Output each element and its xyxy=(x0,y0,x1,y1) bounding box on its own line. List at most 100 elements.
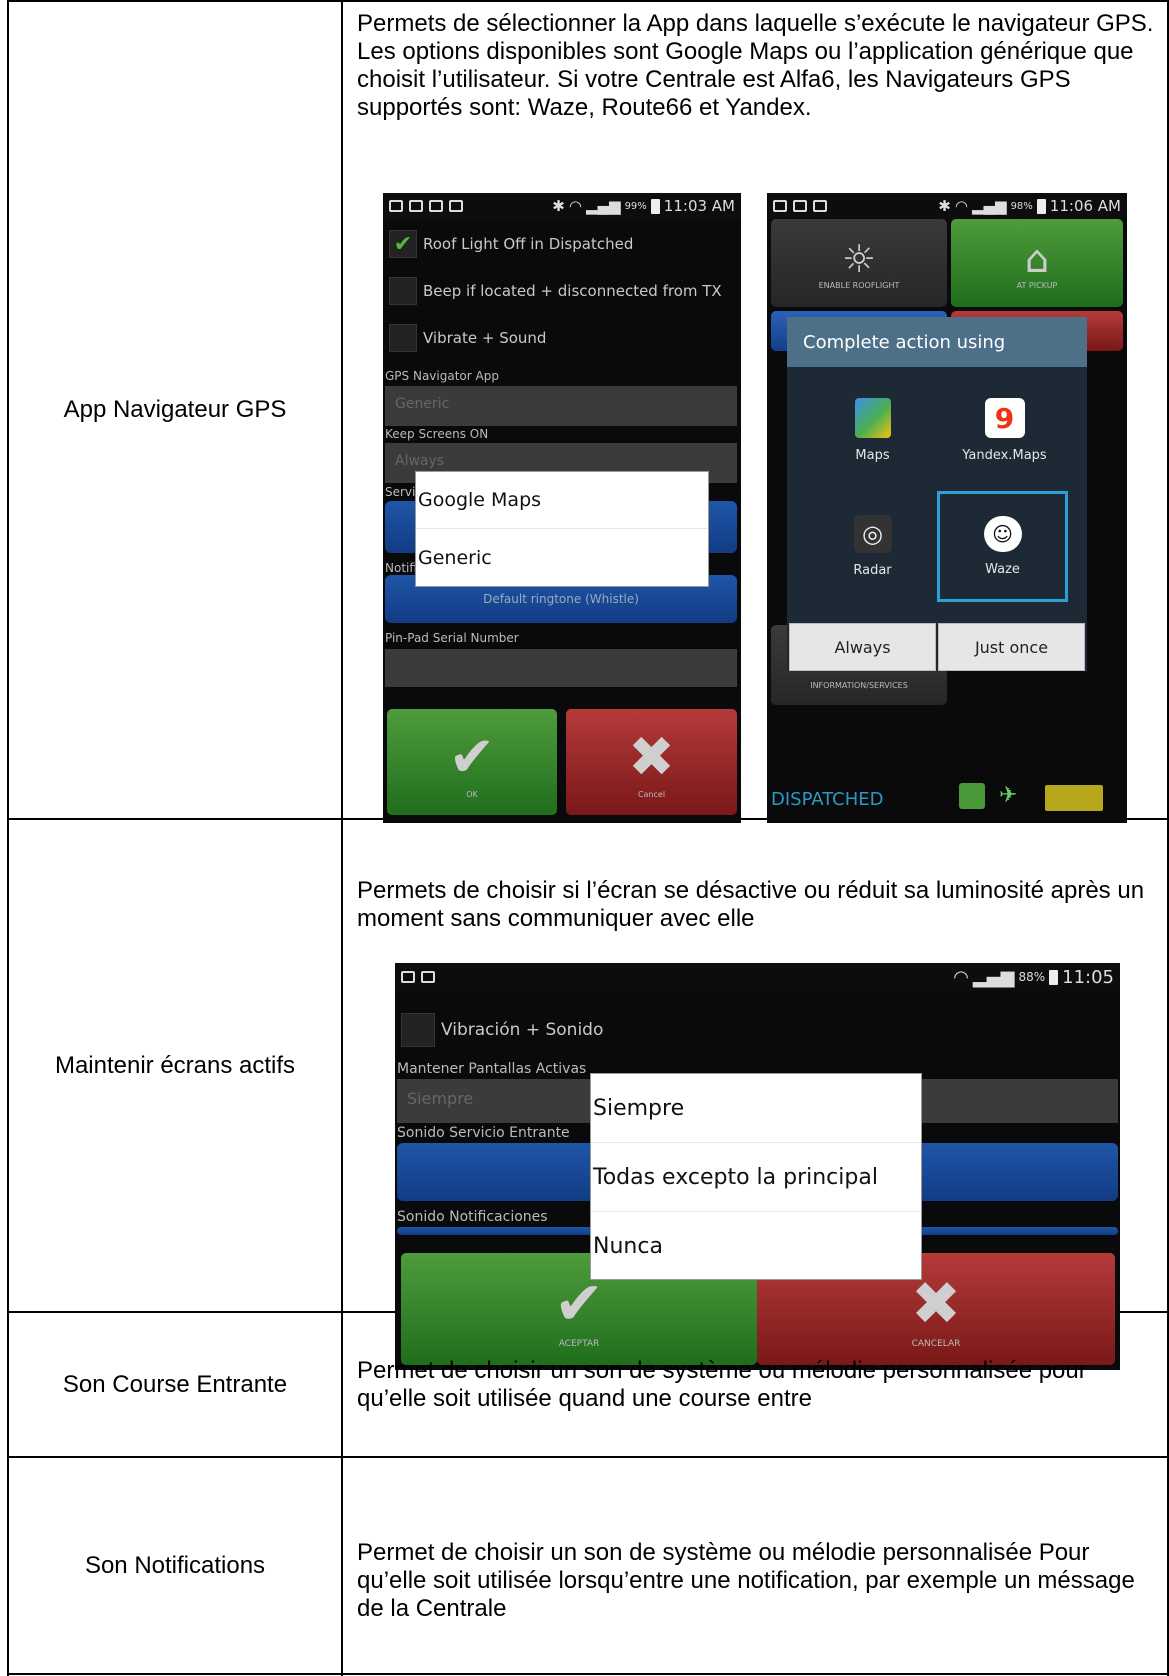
app-yandex-maps[interactable]: 9 Yandex.Maps xyxy=(939,375,1070,486)
camera-icon xyxy=(449,200,463,212)
row-label-text: App Navigateur GPS xyxy=(63,396,287,423)
status-time: 11:06 AM xyxy=(1049,197,1121,215)
status-time: 11:03 AM xyxy=(663,197,735,215)
accept-label: ACEPTAR xyxy=(558,1339,600,1349)
setting-roof-light[interactable]: ✔ Roof Light Off in Dispatched xyxy=(389,230,633,258)
always-button[interactable]: Always xyxy=(789,623,936,671)
notification-sound-label: Sonido Notificaciones xyxy=(397,1209,548,1225)
camera-icon xyxy=(813,200,827,212)
setting-label: Roof Light Off in Dispatched xyxy=(423,235,634,253)
screenshot-complete-action: ✱ ◠ ▂▄▆ 98% 11:06 AM ☼ ENABLE ROOFLIGHT … xyxy=(767,193,1127,823)
keep-screens-label: Mantener Pantallas Activas xyxy=(397,1061,587,1077)
status-bar: ✱ ◠ ▂▄▆ 99% 11:03 AM xyxy=(383,193,741,219)
battery-icon xyxy=(1049,969,1059,985)
ok-button[interactable]: ✔ OK xyxy=(387,709,557,815)
just-once-button[interactable]: Just once xyxy=(938,623,1085,671)
service-sound-label: Sonido Servicio Entrante xyxy=(397,1125,570,1141)
notification-sound-label: Notifi xyxy=(385,561,417,575)
check-icon: ✔ xyxy=(448,725,496,790)
popup-option-siempre[interactable]: Siempre xyxy=(591,1074,921,1143)
screen-icon xyxy=(773,200,787,212)
gps-navigator-field[interactable]: Generic xyxy=(385,386,737,426)
keep-screens-label: Keep Screens ON xyxy=(385,427,489,441)
pinpad-input[interactable] xyxy=(385,649,737,687)
checkbox-icon[interactable] xyxy=(389,324,417,352)
row-label-son-course: Son Course Entrante xyxy=(9,1313,341,1456)
satellite-icon: ✈ xyxy=(999,783,1018,808)
screenshot-keep-screens: ◠ ▂▄▆ 88% 11:05 Vibración + Sonido Mante… xyxy=(395,963,1120,1370)
table-bottom-border xyxy=(7,1673,1169,1675)
popup-option-todas-excepto[interactable]: Todas excepto la principal xyxy=(591,1143,921,1212)
battery-icon xyxy=(1036,198,1046,214)
row-description-son-notifications: Permet de choisir un son de système ou m… xyxy=(357,1539,1135,1622)
cancel-label: Cancel xyxy=(637,790,666,799)
house-taxi-icon: ⌂ xyxy=(1024,236,1050,281)
complete-action-dialog: Complete action using Maps 9 Yandex.Maps… xyxy=(787,317,1087,671)
setting-label: Vibración + Sonido xyxy=(441,1020,604,1040)
setting-vibracion[interactable]: Vibración + Sonido xyxy=(401,1013,603,1047)
row-description-son-course: Permet de choisir un son de système ou m… xyxy=(357,1357,1087,1412)
dialog-title: Complete action using xyxy=(787,317,1087,367)
setting-vibrate[interactable]: Vibrate + Sound xyxy=(389,324,546,352)
checkbox-checked-icon[interactable]: ✔ xyxy=(389,230,417,258)
checkbox-icon[interactable] xyxy=(389,277,417,305)
pinpad-label: Pin-Pad Serial Number xyxy=(385,631,519,645)
x-icon: ✖ xyxy=(628,725,675,790)
popup-option-generic[interactable]: Generic xyxy=(416,529,708,586)
setting-beep[interactable]: Beep if located + disconnected from TX xyxy=(389,277,722,305)
at-pickup-tile[interactable]: ⌂ AT PICKUP xyxy=(951,219,1123,307)
bluetooth-icon: ✱ xyxy=(552,197,565,215)
setting-label: Vibrate + Sound xyxy=(423,329,547,347)
screen-icon xyxy=(409,200,423,212)
enable-rooflight-tile[interactable]: ☼ ENABLE ROOFLIGHT xyxy=(771,219,947,307)
app-radar[interactable]: ◎ Radar xyxy=(807,491,938,602)
status-bar: ✱ ◠ ▂▄▆ 98% 11:06 AM xyxy=(767,193,1127,219)
app-label: Maps xyxy=(855,448,890,463)
row-label-text: Son Notifications xyxy=(84,1551,266,1579)
gps-navigator-label: GPS Navigator App xyxy=(385,369,499,383)
tile-label: INFORMATION/SERVICES xyxy=(810,680,908,690)
signal-icon: ▂▄▆ xyxy=(972,966,1015,988)
service-sound-label: Servi xyxy=(385,485,416,499)
battery-percent: 99% xyxy=(624,200,647,212)
row-label-text: Maintenir écrans actifs xyxy=(54,1051,296,1079)
app-waze[interactable]: ☺ Waze xyxy=(937,491,1068,602)
server-icon xyxy=(959,783,985,809)
app-label: Waze xyxy=(985,562,1020,577)
cancel-label: CANCELAR xyxy=(911,1339,961,1349)
screen-icon xyxy=(421,971,435,983)
yandex-maps-icon: 9 xyxy=(984,398,1025,438)
download-icon xyxy=(429,200,443,212)
radar-icon: ◎ xyxy=(853,515,892,553)
picture-icon xyxy=(401,971,415,983)
battery-icon xyxy=(650,198,660,214)
signal-icon: ▂▄▆ xyxy=(585,197,621,215)
download-icon xyxy=(793,200,807,212)
popup-option-google-maps[interactable]: Google Maps xyxy=(416,472,708,529)
signal-icon: ▂▄▆ xyxy=(971,197,1007,215)
setting-label: Beep if located + disconnected from TX xyxy=(423,282,722,300)
lightbulb-icon: ☼ xyxy=(841,236,877,281)
status-time: 11:05 xyxy=(1062,966,1114,988)
battery-percent: 88% xyxy=(1018,970,1046,984)
app-maps[interactable]: Maps xyxy=(807,375,938,486)
row-description-keep-screens: Permets de choisir si l’écran se désacti… xyxy=(357,877,1145,932)
wifi-icon: ◠ xyxy=(953,966,969,988)
column-divider xyxy=(341,0,343,1676)
keep-screens-popup: Siempre Todas excepto la principal Nunca xyxy=(590,1073,922,1280)
picture-icon xyxy=(389,200,403,212)
popup-option-nunca[interactable]: Nunca xyxy=(591,1212,921,1281)
google-maps-icon xyxy=(854,398,891,438)
cancel-button[interactable]: ✖ Cancel xyxy=(566,709,737,815)
app-label: Yandex.Maps xyxy=(962,448,1047,463)
row-label-gps-app: App Navigateur GPS xyxy=(9,2,341,818)
bluetooth-icon: ✱ xyxy=(938,197,951,215)
status-bar: ◠ ▂▄▆ 88% 11:05 xyxy=(395,963,1120,991)
taximeter-icon xyxy=(1045,785,1103,811)
wifi-icon: ◠ xyxy=(954,197,968,215)
wifi-icon: ◠ xyxy=(568,197,582,215)
gps-app-popup: Google Maps Generic xyxy=(415,471,709,587)
row-label-keep-screens: Maintenir écrans actifs xyxy=(9,820,341,1311)
checkbox-icon[interactable] xyxy=(401,1013,435,1047)
dispatched-status: DISPATCHED xyxy=(771,789,884,810)
